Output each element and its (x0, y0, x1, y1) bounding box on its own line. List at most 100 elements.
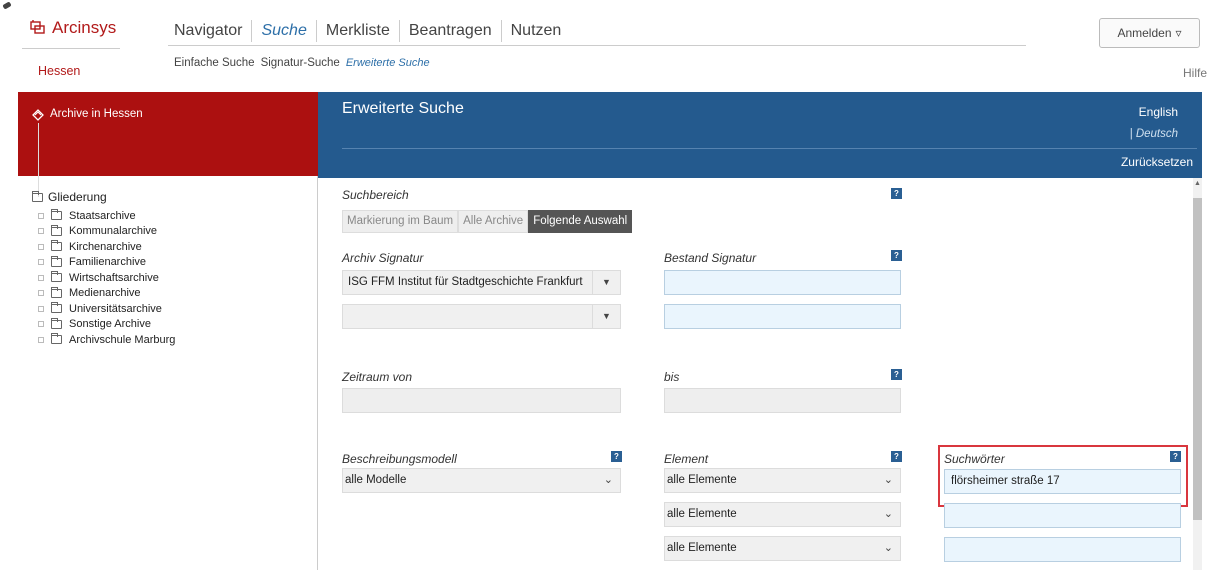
archive-signature-value: ISG FFM Institut für Stadtgeschichte Fra… (348, 276, 583, 288)
tree-item-label: Sonstige Archive (69, 318, 151, 331)
expand-icon[interactable] (38, 336, 44, 343)
scope-option-folgende-auswahl[interactable]: Folgende Auswahl (528, 210, 633, 233)
header-divider (342, 148, 1197, 149)
period-to-label: bis (664, 370, 680, 384)
scope-label: Suchbereich (342, 188, 409, 202)
nav-beantragen[interactable]: Beantragen (398, 20, 501, 42)
folder-icon (51, 271, 62, 283)
scroll-up-icon[interactable]: ▲ (1194, 180, 1201, 187)
folder-icon (51, 317, 62, 329)
period-from-input[interactable] (342, 388, 621, 413)
tree-connector (38, 123, 39, 197)
dropdown-arrow-icon: ▿ (1175, 26, 1182, 40)
nav-divider (168, 45, 1026, 46)
expand-icon[interactable] (38, 259, 44, 266)
sidebar-title[interactable]: Archive in Hessen (50, 108, 143, 120)
subnav-einfache-suche[interactable]: Einfache Suche (174, 57, 255, 69)
tree-item-label: Archivschule Marburg (69, 333, 176, 346)
element-value: alle Elemente (667, 474, 737, 486)
help-icon[interactable]: ? (891, 451, 902, 462)
dropdown-arrow-icon: ▼ (592, 271, 620, 294)
expand-icon[interactable] (38, 321, 44, 328)
search-words-label: Suchwörter (944, 452, 1005, 466)
help-icon[interactable]: ? (891, 188, 902, 199)
app-header: Arcinsys Hessen Navigator Suche Merklist… (0, 0, 1211, 88)
archive-signature-select-2[interactable]: ▼ (342, 304, 621, 329)
folder-icon (32, 190, 43, 202)
help-icon[interactable]: ? (891, 250, 902, 261)
chevron-down-icon: ⌄ (883, 542, 893, 554)
nav-merkliste[interactable]: Merkliste (315, 20, 399, 42)
expand-icon[interactable] (38, 305, 44, 312)
folder-icon (51, 209, 62, 221)
nav-navigator[interactable]: Navigator (168, 20, 251, 42)
tree-root-label: Gliederung (48, 190, 107, 204)
archive-logo-icon (30, 20, 45, 34)
expand-icon[interactable] (38, 290, 44, 297)
lang-deutsch-link[interactable]: | Deutsch (1130, 128, 1178, 140)
expand-icon[interactable] (38, 243, 44, 250)
scrollbar-thumb[interactable] (1193, 198, 1202, 520)
chevron-down-icon: ⌄ (603, 474, 613, 486)
help-link[interactable]: Hilfe (1183, 66, 1207, 80)
element-select-2[interactable]: alle Elemente ⌄ (664, 502, 901, 527)
lang-english-link[interactable]: English (1139, 105, 1178, 119)
expand-icon[interactable] (38, 274, 44, 281)
nav-nutzen[interactable]: Nutzen (500, 20, 571, 42)
tree-root[interactable]: Gliederung (32, 190, 107, 204)
tree-item-kommunalarchive[interactable]: Kommunalarchive (38, 224, 175, 240)
reset-button[interactable]: Zurücksetzen (1121, 155, 1193, 169)
tree-item-familienarchive[interactable]: Familienarchive (38, 255, 175, 271)
tree-item-label: Familienarchive (69, 256, 147, 269)
element-select-1[interactable]: alle Elemente ⌄ (664, 468, 901, 493)
main-nav: Navigator Suche Merkliste Beantragen Nut… (168, 18, 570, 44)
archive-icon (32, 109, 44, 121)
holding-signature-input-2[interactable] (664, 304, 901, 329)
tree-item-archivschule-marburg[interactable]: Archivschule Marburg (38, 332, 175, 348)
element-select-3[interactable]: alle Elemente ⌄ (664, 536, 901, 561)
subnav-signatur-suche[interactable]: Signatur-Suche (261, 57, 340, 69)
nav-suche[interactable]: Suche (251, 20, 315, 42)
period-from-label: Zeitraum von (342, 370, 413, 384)
tree-item-medienarchive[interactable]: Medienarchive (38, 286, 175, 302)
help-icon[interactable]: ? (891, 369, 902, 380)
logo[interactable]: Arcinsys (22, 15, 120, 49)
login-label: Anmelden (1117, 26, 1172, 40)
folder-icon (51, 240, 62, 252)
tree-item-universitaetsarchive[interactable]: Universitätsarchive (38, 301, 175, 317)
holding-signature-label: Bestand Signatur (664, 251, 757, 265)
search-words-input-1[interactable]: flörsheimer straße 17 (944, 469, 1181, 494)
help-icon[interactable]: ? (611, 451, 622, 462)
search-words-input-2[interactable] (944, 503, 1181, 528)
holding-signature-input[interactable] (664, 270, 901, 295)
search-words-input-3[interactable] (944, 537, 1181, 562)
tree-item-wirtschaftsarchive[interactable]: Wirtschaftsarchive (38, 270, 175, 286)
help-icon[interactable]: ? (1170, 451, 1181, 462)
search-header: Erweiterte Suche English | Deutsch Zurüc… (318, 92, 1202, 178)
description-model-select[interactable]: alle Modelle ⌄ (342, 468, 621, 493)
chevron-down-icon: ⌄ (883, 474, 893, 486)
folder-icon (51, 302, 62, 314)
scope-segmented-control: Markierung im Baum Alle Archive Folgende… (342, 210, 633, 233)
tree-item-label: Kirchenarchive (69, 240, 142, 253)
expand-icon[interactable] (38, 212, 44, 219)
tree-item-staatsarchive[interactable]: Staatsarchive (38, 208, 175, 224)
expand-icon[interactable] (38, 228, 44, 235)
archive-signature-select[interactable]: ISG FFM Institut für Stadtgeschichte Fra… (342, 270, 621, 295)
subnav-erweiterte-suche[interactable]: Erweiterte Suche (346, 57, 430, 69)
tree-item-label: Universitätsarchive (69, 302, 162, 315)
tree-item-kirchenarchive[interactable]: Kirchenarchive (38, 239, 175, 255)
archive-signature-label: Archiv Signatur (342, 251, 424, 265)
scope-option-markierung[interactable]: Markierung im Baum (342, 210, 459, 233)
search-words-value: flörsheimer straße 17 (951, 475, 1060, 487)
description-model-label: Beschreibungsmodell (342, 452, 457, 466)
lang-separator: | (1129, 128, 1133, 140)
chevron-down-icon: ⌄ (883, 508, 893, 520)
folder-icon (51, 255, 62, 267)
region-label[interactable]: Hessen (38, 64, 80, 78)
tree-item-sonstige-archive[interactable]: Sonstige Archive (38, 317, 175, 333)
period-to-input[interactable] (664, 388, 901, 413)
scope-option-alle-archive[interactable]: Alle Archive (458, 210, 529, 233)
login-button[interactable]: Anmelden ▿ (1099, 18, 1200, 48)
pin-icon (2, 1, 12, 10)
